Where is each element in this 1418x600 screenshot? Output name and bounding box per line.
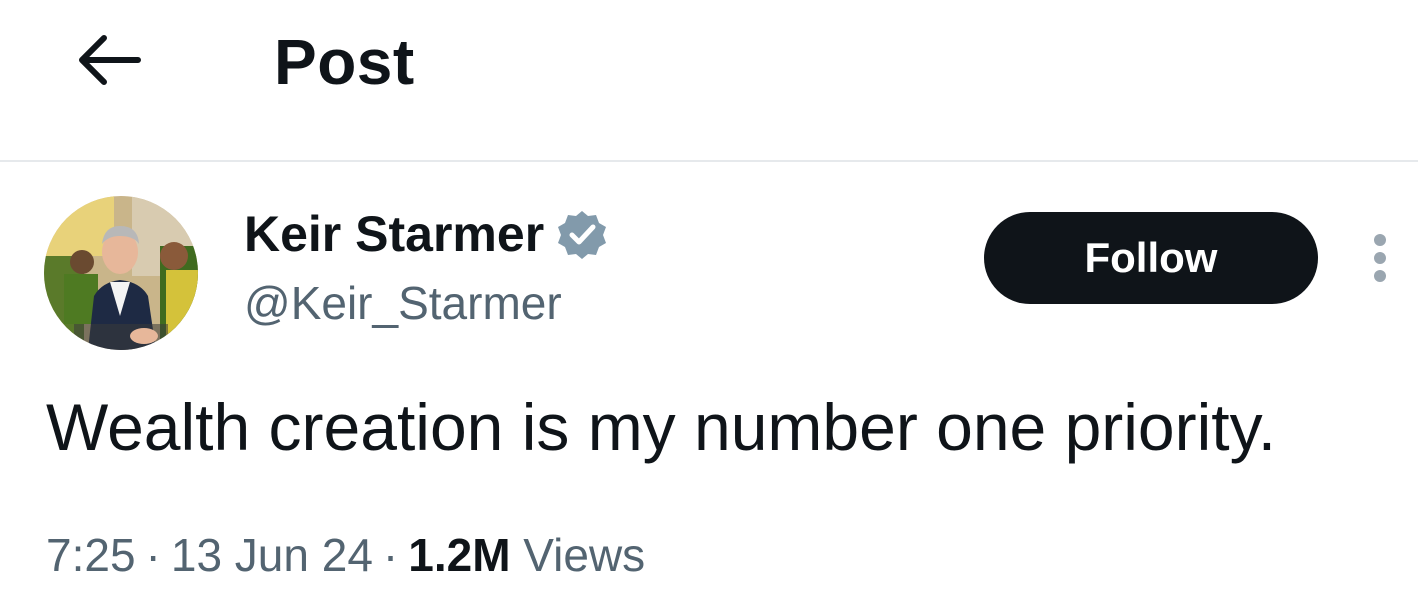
views-count[interactable]: 1.2M bbox=[408, 529, 510, 581]
avatar-photo bbox=[44, 196, 198, 350]
top-bar: Post bbox=[0, 0, 1418, 162]
author-info: Keir Starmer @Keir_Starmer bbox=[244, 204, 608, 334]
post-meta: 7:25 · 13 Jun 24 · 1.2M Views bbox=[46, 524, 645, 586]
author-handle[interactable]: @Keir_Starmer bbox=[244, 272, 608, 334]
verified-badge-icon bbox=[556, 208, 608, 260]
post-text: Wealth creation is my number one priorit… bbox=[46, 390, 1277, 464]
post-time[interactable]: 7:25 bbox=[46, 529, 136, 581]
views-label: Views bbox=[523, 529, 646, 581]
more-vertical-icon bbox=[1374, 234, 1386, 282]
meta-separator: · bbox=[145, 529, 161, 581]
meta-separator: · bbox=[382, 529, 399, 581]
page-title: Post bbox=[274, 26, 415, 98]
display-name-row: Keir Starmer bbox=[244, 204, 608, 264]
back-button[interactable] bbox=[66, 22, 150, 98]
more-options-button[interactable] bbox=[1360, 228, 1400, 288]
display-name[interactable]: Keir Starmer bbox=[244, 204, 544, 264]
arrow-left-icon bbox=[79, 35, 141, 85]
post-date[interactable]: 13 Jun 24 bbox=[171, 529, 373, 581]
avatar[interactable] bbox=[44, 196, 198, 350]
follow-button[interactable]: Follow bbox=[984, 212, 1318, 304]
